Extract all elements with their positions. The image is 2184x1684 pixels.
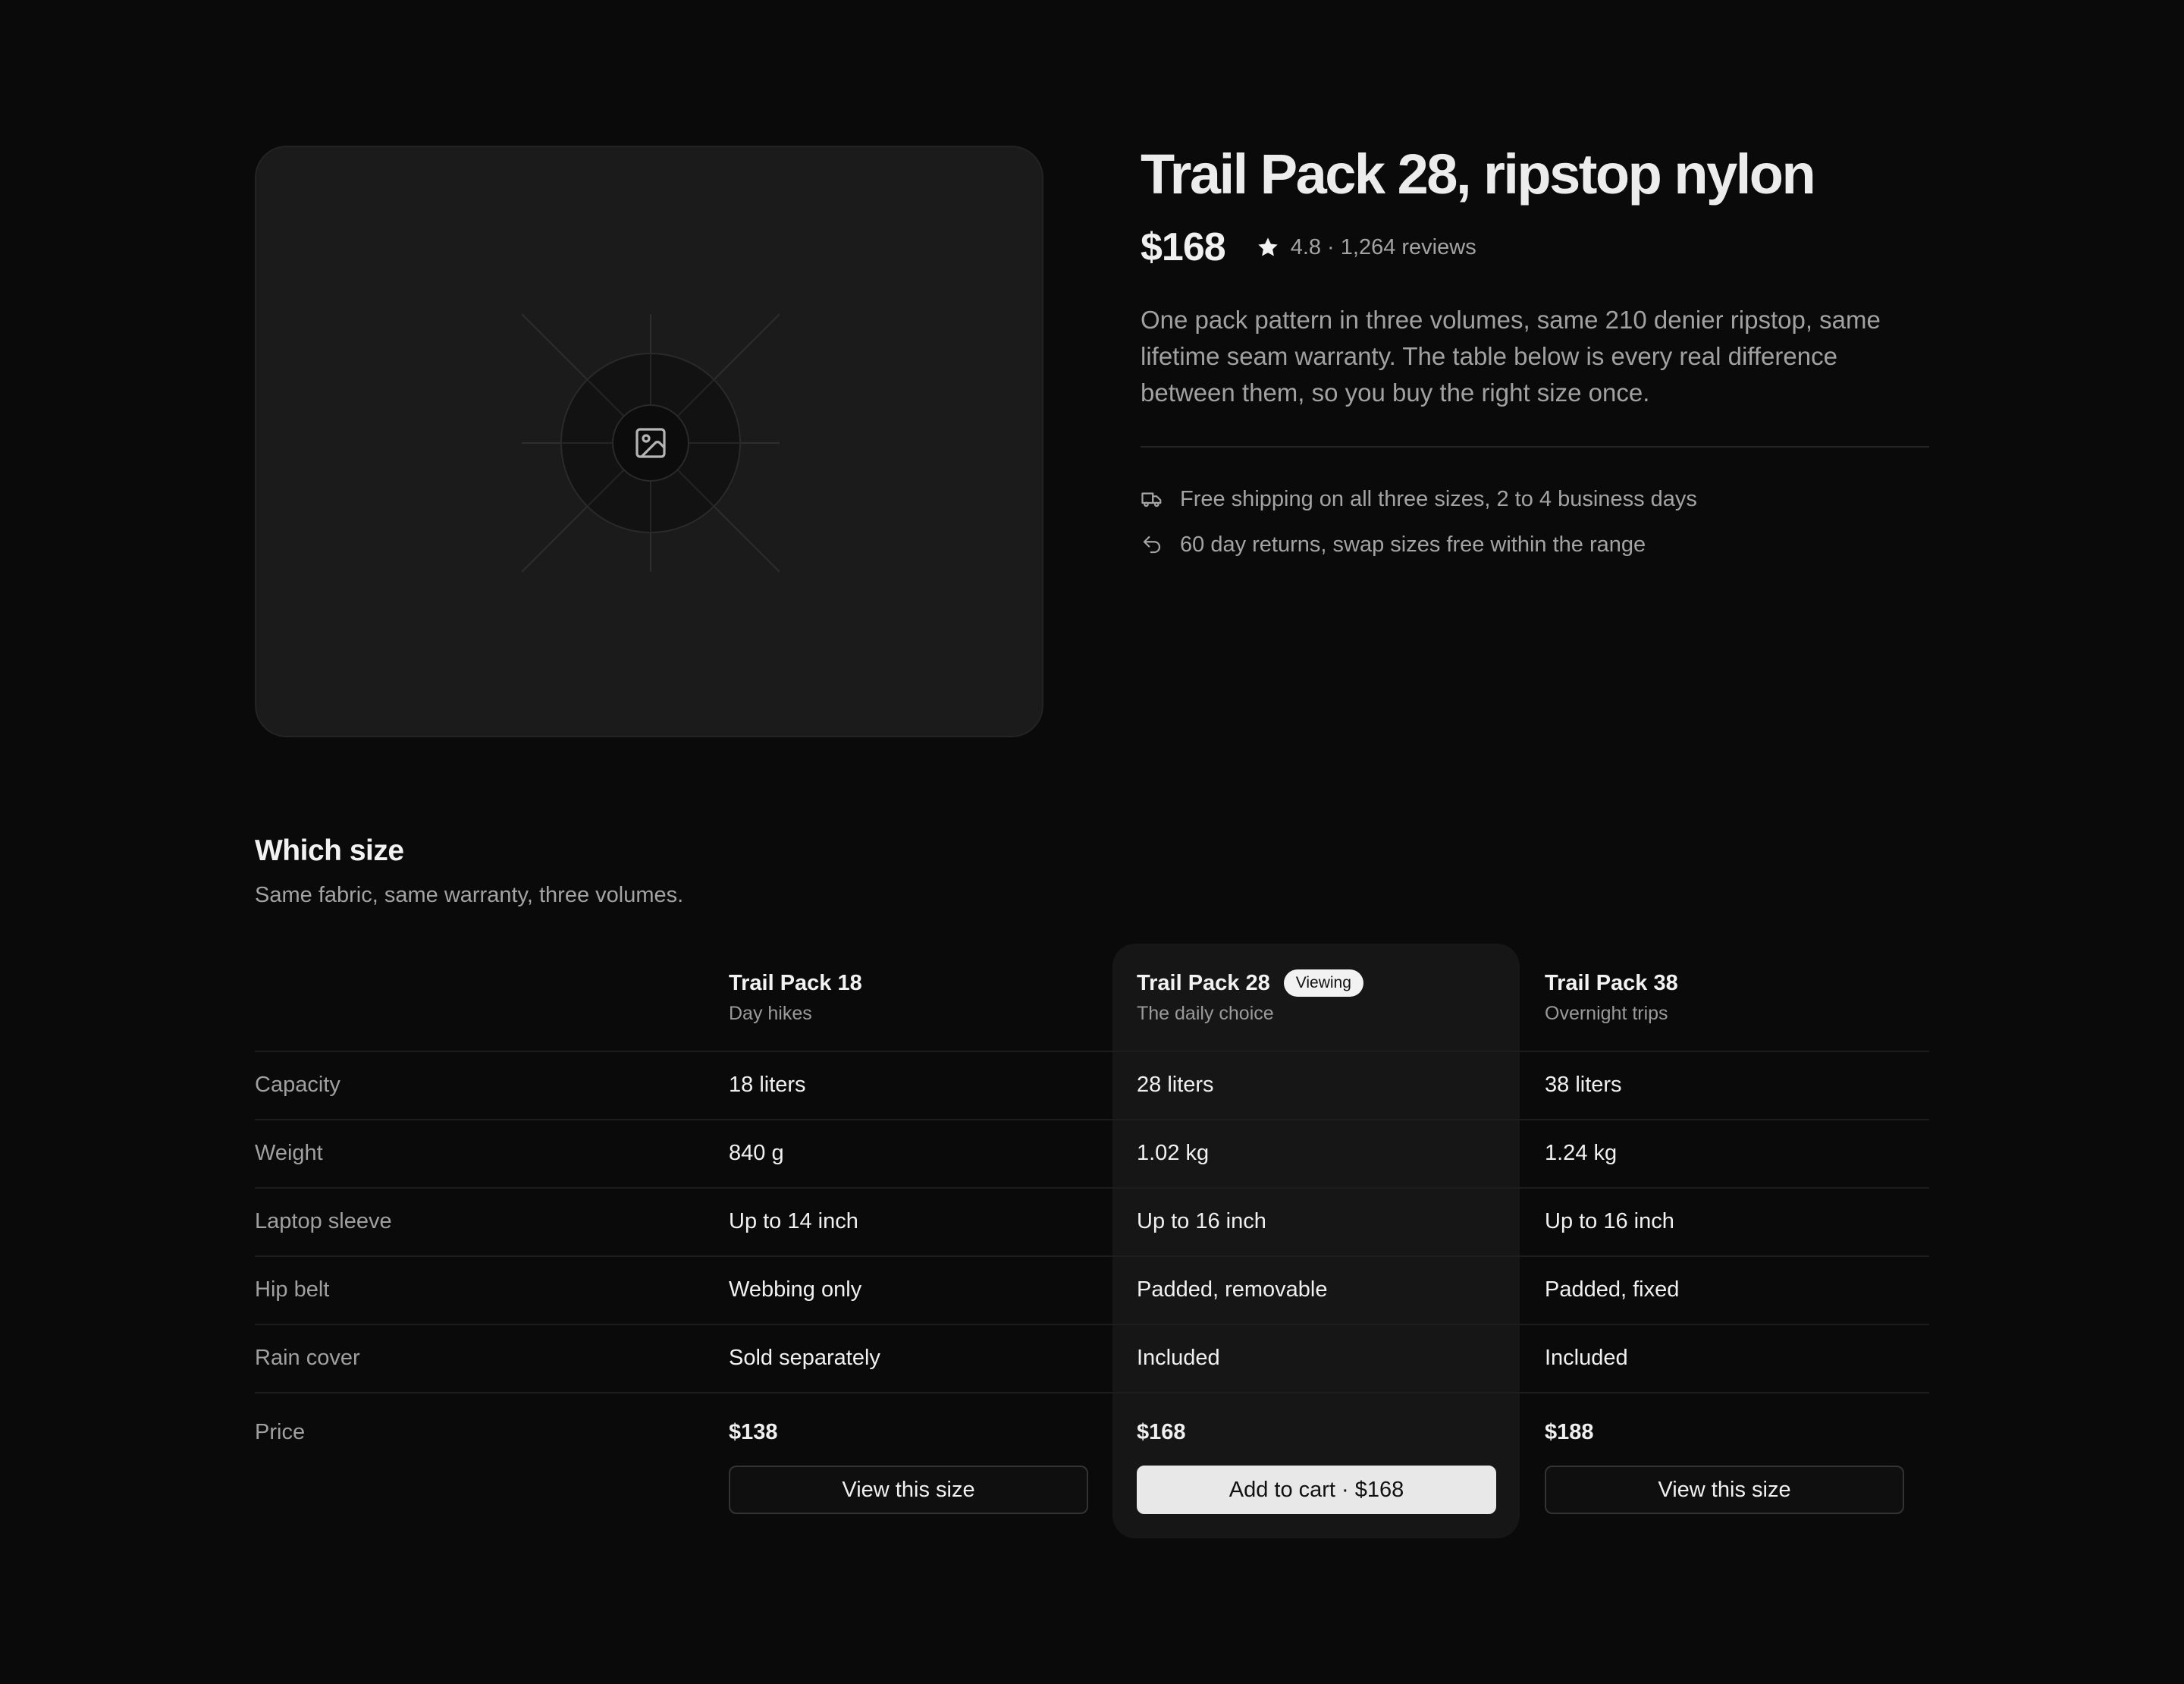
table-cell: Included xyxy=(1137,1346,1220,1370)
divider xyxy=(1141,446,1929,448)
price-value: $138 xyxy=(729,1420,778,1444)
product-image xyxy=(255,146,1043,737)
row-label-price: Price xyxy=(255,1420,306,1444)
row-label-laptop-sleeve: Laptop sleeve xyxy=(255,1209,392,1233)
table-cell: 38 liters xyxy=(1545,1073,1622,1097)
price-row: $168 4.8 · 1,264 reviews xyxy=(1141,223,1929,272)
section-title: Which size xyxy=(255,834,404,867)
viewing-badge: Viewing xyxy=(1283,969,1363,997)
row-label-hip-belt: Hip belt xyxy=(255,1277,330,1302)
product-description: One pack pattern in three volumes, same … xyxy=(1141,306,1881,407)
row-divider xyxy=(255,1187,1929,1189)
perk-returns: 60 day returns, swap sizes free within t… xyxy=(1141,522,1929,567)
table-cell: Webbing only xyxy=(729,1277,862,1302)
table-cell: Up to 14 inch xyxy=(729,1209,858,1233)
perk-shipping-text: Free shipping on all three sizes, 2 to 4… xyxy=(1180,486,1697,511)
row-divider xyxy=(255,1051,1929,1052)
table-cell: Padded, fixed xyxy=(1545,1277,1680,1302)
product-info: Trail Pack 28, ripstop nylon $168 4.8 · … xyxy=(1141,140,1929,567)
column-name: Trail Pack 28 xyxy=(1137,970,1270,995)
row-divider xyxy=(255,1255,1929,1257)
column-tagline: Day hikes xyxy=(729,1003,812,1024)
return-arrow-icon xyxy=(1143,536,1161,554)
view-size-18-button[interactable]: View this size xyxy=(729,1466,1088,1514)
table-cell: 1.24 kg xyxy=(1545,1141,1618,1165)
star-icon xyxy=(1258,237,1278,256)
perk-returns-text: 60 day returns, swap sizes free within t… xyxy=(1180,532,1646,557)
product-title: Trail Pack 28, ripstop nylon xyxy=(1141,143,1816,206)
add-to-cart-button[interactable]: Add to cart · $168 xyxy=(1137,1466,1496,1514)
table-cell: Up to 16 inch xyxy=(1137,1209,1266,1233)
product-page: Trail Pack 28, ripstop nylon $168 4.8 · … xyxy=(0,0,2184,1684)
truck-icon xyxy=(1141,492,1162,507)
view-size-38-button[interactable]: View this size xyxy=(1545,1466,1904,1514)
table-cell: Included xyxy=(1545,1346,1628,1370)
row-divider xyxy=(255,1324,1929,1325)
perks-list: Free shipping on all three sizes, 2 to 4… xyxy=(1141,476,1929,567)
table-cell: Sold separately xyxy=(729,1346,880,1370)
price-value: $188 xyxy=(1545,1420,1594,1444)
row-label-rain-cover: Rain cover xyxy=(255,1346,360,1370)
perk-shipping: Free shipping on all three sizes, 2 to 4… xyxy=(1141,476,1929,522)
section-subtitle: Same fabric, same warranty, three volume… xyxy=(255,883,684,907)
table-cell: 18 liters xyxy=(729,1073,806,1097)
price-value: $168 xyxy=(1137,1420,1186,1444)
column-header-18: Trail Pack 18 Day hikes xyxy=(729,968,862,1025)
row-divider xyxy=(255,1392,1929,1393)
column-header-28: Trail Pack 28 Viewing The daily choice xyxy=(1137,968,1363,1025)
table-cell: Up to 16 inch xyxy=(1545,1209,1674,1233)
product-price: $168 xyxy=(1141,225,1226,269)
column-name: Trail Pack 38 xyxy=(1545,970,1678,995)
table-cell: Padded, removable xyxy=(1137,1277,1328,1302)
table-cell: 28 liters xyxy=(1137,1073,1214,1097)
product-rating[interactable]: 4.8 · 1,264 reviews xyxy=(1256,235,1476,260)
row-label-weight: Weight xyxy=(255,1141,323,1165)
column-name: Trail Pack 18 xyxy=(729,970,862,995)
column-header-38: Trail Pack 38 Overnight trips xyxy=(1545,968,1678,1025)
column-tagline: Overnight trips xyxy=(1545,1003,1668,1024)
row-label-capacity: Capacity xyxy=(255,1073,340,1097)
row-divider xyxy=(255,1119,1929,1120)
table-cell: 840 g xyxy=(729,1141,784,1165)
column-tagline: The daily choice xyxy=(1137,1003,1274,1024)
image-placeholder-icon xyxy=(635,428,666,458)
rating-text: 4.8 · 1,264 reviews xyxy=(1290,234,1476,259)
current-size-highlight xyxy=(1112,944,1520,1538)
table-cell: 1.02 kg xyxy=(1137,1141,1210,1165)
